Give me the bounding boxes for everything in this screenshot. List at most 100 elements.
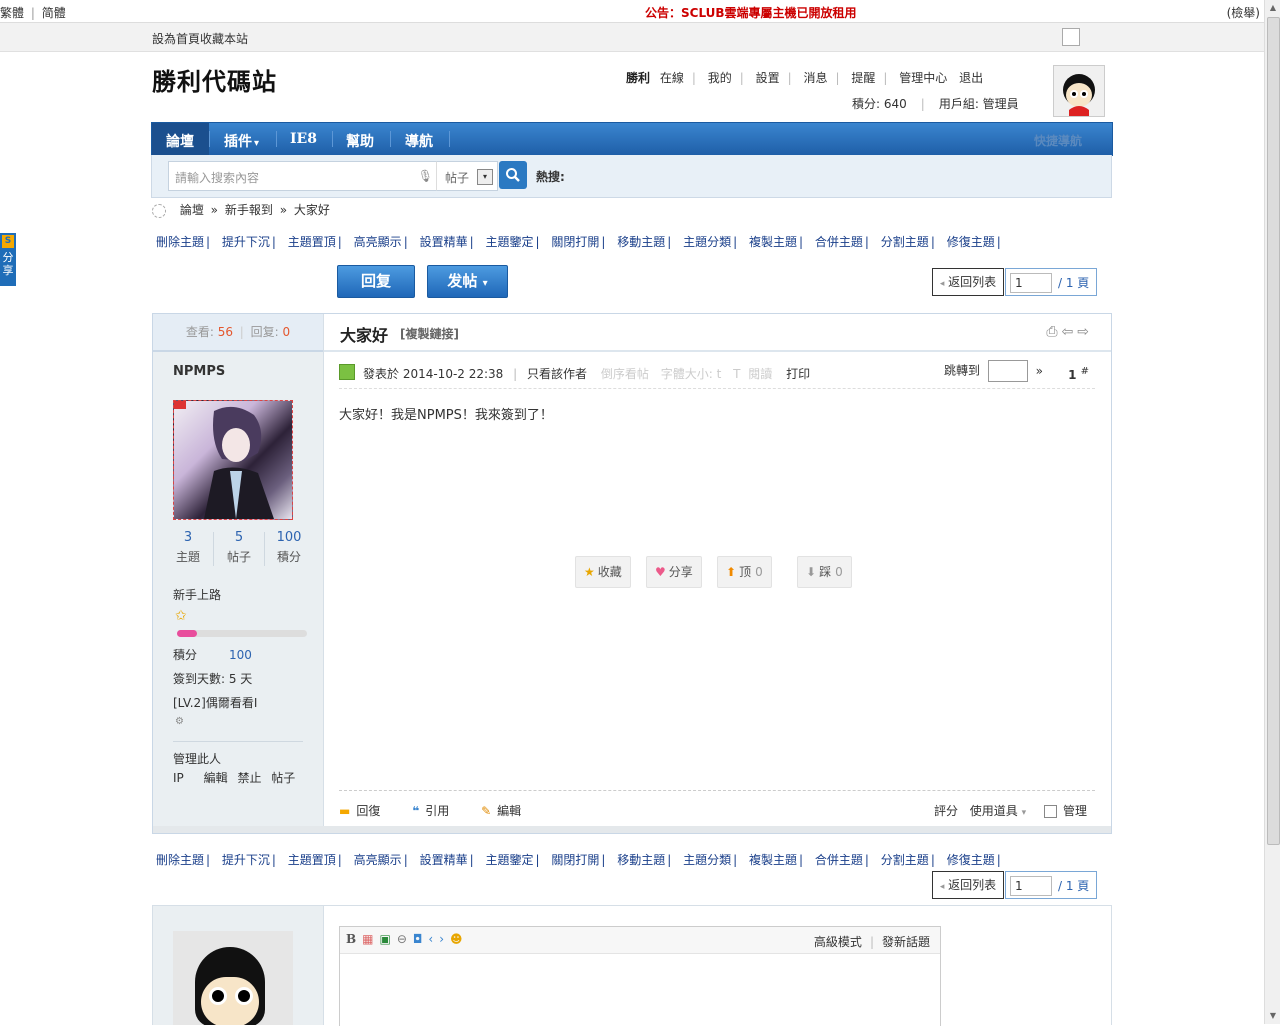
manage-posts[interactable]: 帖子 — [271, 771, 295, 785]
user-group-link[interactable]: 用戶組: 管理員 — [939, 97, 1019, 111]
mod-copy[interactable]: 複製主題 — [749, 853, 797, 867]
user-avatar[interactable] — [1053, 65, 1105, 117]
search-type-select[interactable]: 帖子 ▾ — [436, 161, 498, 191]
read-mode-icon[interactable]: T — [733, 367, 740, 381]
mod-repair[interactable]: 修復主題 — [947, 235, 995, 249]
edit-link[interactable]: ✎ 編輯 — [481, 804, 535, 818]
breadcrumb-forum[interactable]: 論壇 — [180, 203, 204, 217]
main-nav-ie8[interactable]: IE8 — [290, 131, 317, 147]
mod-delete[interactable]: 刪除主題 — [156, 235, 204, 249]
code-icon[interactable]: ‹› — [428, 932, 450, 946]
jump-arrow[interactable]: » — [1036, 364, 1043, 378]
mod-digest[interactable]: 設置精華 — [420, 853, 468, 867]
reply-post-link[interactable]: ▬ 回復 — [339, 804, 394, 818]
author-stat-threads[interactable]: 3 主題 — [163, 530, 213, 565]
mod-digest[interactable]: 設置精華 — [420, 235, 468, 249]
mod-delete[interactable]: 刪除主題 — [156, 853, 204, 867]
mod-close[interactable]: 關閉打開 — [551, 235, 599, 249]
reply-button[interactable]: 回复 — [337, 265, 415, 298]
search-input[interactable]: 請輸入搜索內容 🎙 — [168, 161, 438, 191]
main-nav-plugins[interactable]: 插件 ▾ — [224, 131, 259, 151]
author-name[interactable]: NPMPS — [173, 364, 225, 379]
user-nav-logout[interactable]: 退出 — [959, 71, 983, 85]
scroll-down-arrow[interactable]: ▼ — [1265, 1008, 1280, 1024]
downvote-button[interactable]: ⬇ 踩 0 — [797, 556, 852, 588]
upvote-button[interactable]: ⬆ 顶 0 — [717, 556, 772, 588]
quote-icon[interactable]: ◘ — [413, 932, 429, 946]
site-logo[interactable]: 勝利代碼站 — [152, 62, 277, 97]
lang-traditional-link[interactable]: 繁體 — [0, 6, 24, 20]
home-icon[interactable] — [152, 203, 166, 218]
lang-simplified-link[interactable]: 简體 — [42, 6, 66, 20]
copy-link-button[interactable]: [複製鏈接] — [400, 325, 459, 342]
username-link[interactable]: 勝利 — [626, 71, 650, 85]
print-link[interactable]: 打印 — [786, 367, 810, 381]
broken-image-icon[interactable] — [1062, 28, 1080, 46]
manage-edit[interactable]: 編輯 — [204, 771, 228, 785]
user-nav-settings[interactable]: 設置 — [756, 71, 780, 85]
quote-link[interactable]: ❝ 引用 — [412, 804, 463, 818]
mod-classify[interactable]: 主題分類 — [683, 853, 731, 867]
main-nav-navigation[interactable]: 導航 — [405, 131, 433, 151]
manage-ban[interactable]: 禁止 — [237, 771, 261, 785]
microphone-icon[interactable]: 🎙 — [418, 169, 433, 183]
advanced-mode-link[interactable]: 高級模式 — [814, 935, 862, 949]
reply-editor[interactable]: B▦▣⊖◘‹›☻ 高級模式 | 發新話題 — [339, 926, 941, 1026]
mod-bump[interactable]: 提升下沉 — [222, 853, 270, 867]
user-nav-mine[interactable]: 我的 — [708, 71, 732, 85]
mod-classify[interactable]: 主題分類 — [683, 235, 731, 249]
breadcrumb-thread[interactable]: 大家好 — [294, 203, 330, 217]
only-author-link[interactable]: 只看該作者 — [527, 367, 587, 381]
page-input[interactable]: 1 — [1010, 876, 1052, 896]
bookmark-site-link[interactable]: 收藏本站 — [200, 32, 248, 46]
share-side-tab[interactable]: S 分享 — [0, 233, 16, 286]
mod-close[interactable]: 關閉打開 — [551, 853, 599, 867]
read-mode-link[interactable]: 閱讀 — [748, 367, 772, 381]
mod-sticky[interactable]: 主題置頂 — [288, 235, 336, 249]
manage-ip[interactable]: IP — [173, 771, 184, 785]
floor-number[interactable]: 1 # — [1068, 366, 1089, 382]
use-item-link[interactable]: 使用道具 ▾ — [970, 804, 1026, 818]
user-nav-reminders[interactable]: 提醒 — [851, 71, 875, 85]
mod-stamp[interactable]: 主題鑒定 — [485, 235, 533, 249]
main-nav-help[interactable]: 幫助 — [346, 131, 374, 151]
mod-split[interactable]: 分割主題 — [881, 235, 929, 249]
scroll-thumb[interactable] — [1267, 17, 1280, 845]
user-nav-admin-center[interactable]: 管理中心 — [899, 71, 947, 85]
bold-icon[interactable]: B — [346, 932, 362, 946]
page-input[interactable]: 1 — [1010, 273, 1052, 293]
report-link[interactable]: (檢舉) — [1227, 4, 1260, 21]
new-post-button[interactable]: 发帖 ▾ — [427, 265, 508, 298]
new-topic-link[interactable]: 發新話題 — [882, 935, 930, 949]
mod-repair[interactable]: 修復主題 — [947, 853, 995, 867]
share-button[interactable]: ♥ 分享 — [646, 556, 702, 588]
font-size-link[interactable]: 字體大小: t — [661, 367, 722, 381]
print-icon[interactable]: ⎙ — [1046, 324, 1061, 340]
back-to-list-button[interactable]: ◂ 返回列表 — [932, 268, 1004, 296]
mod-copy[interactable]: 複製主題 — [749, 235, 797, 249]
user-points-link[interactable]: 積分: 640 — [852, 97, 907, 111]
author-avatar[interactable] — [173, 400, 293, 520]
vertical-scrollbar[interactable]: ▲ ▼ — [1264, 0, 1280, 1024]
smiley-icon[interactable]: ☻ — [450, 932, 469, 946]
mod-split[interactable]: 分割主題 — [881, 853, 929, 867]
mod-highlight[interactable]: 高亮顯示 — [354, 235, 402, 249]
mod-move[interactable]: 移動主題 — [617, 853, 665, 867]
set-homepage-link[interactable]: 設為首頁 — [152, 32, 200, 46]
rate-link[interactable]: 評分 — [934, 804, 958, 818]
mod-merge[interactable]: 合併主題 — [815, 235, 863, 249]
back-to-list-button[interactable]: ◂ 返回列表 — [932, 871, 1004, 899]
mod-sticky[interactable]: 主題置頂 — [288, 853, 336, 867]
image-icon[interactable]: ▣ — [380, 932, 397, 946]
main-nav-forum[interactable]: 論壇 — [166, 131, 194, 151]
announcement-link[interactable]: 公告：SCLUB雲端專屬主機已開放租用 — [645, 4, 857, 21]
medal-icon[interactable]: ⚙ — [175, 716, 184, 727]
mod-highlight[interactable]: 高亮顯示 — [354, 853, 402, 867]
search-button[interactable] — [499, 161, 527, 189]
reverse-order-link[interactable]: 倒序看帖 — [601, 367, 649, 381]
user-nav-online[interactable]: 在線 — [660, 71, 684, 85]
floor-jump-input[interactable] — [987, 360, 1028, 382]
author-stat-posts[interactable]: 5 帖子 — [214, 530, 264, 565]
mod-stamp[interactable]: 主題鑒定 — [485, 853, 533, 867]
scroll-up-arrow[interactable]: ▲ — [1265, 0, 1280, 16]
